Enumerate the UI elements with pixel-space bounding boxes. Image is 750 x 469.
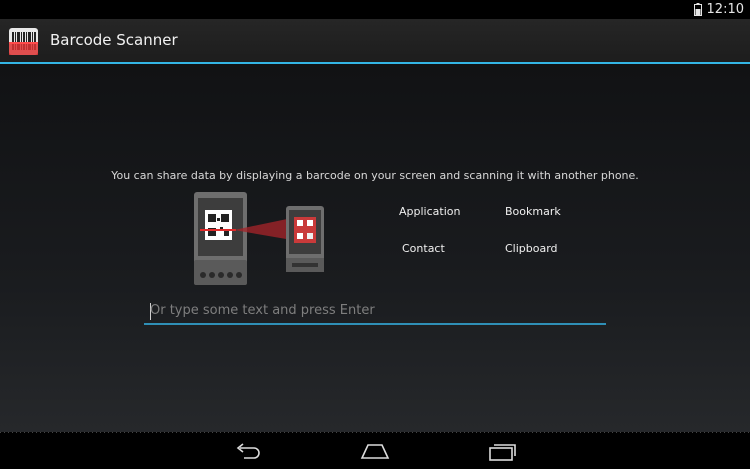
share-contact-button[interactable]: Contact <box>402 242 445 255</box>
barcode-scanner-app-icon[interactable] <box>7 25 40 58</box>
status-bar: 12:10 <box>0 0 750 19</box>
share-content: You can share data by displaying a barco… <box>0 64 750 432</box>
share-text-input[interactable]: Or type some text and press Enter <box>144 301 606 325</box>
share-description: You can share data by displaying a barco… <box>111 169 639 182</box>
share-clipboard-button[interactable]: Clipboard <box>505 242 558 255</box>
nav-divider <box>0 432 750 433</box>
share-input-placeholder: Or type some text and press Enter <box>150 303 375 318</box>
clock: 12:10 <box>706 2 744 17</box>
navigation-bar <box>0 432 750 469</box>
share-phones-illustration <box>194 192 324 285</box>
recent-apps-icon[interactable] <box>484 440 520 462</box>
back-icon[interactable] <box>230 440 266 462</box>
action-bar: Barcode Scanner <box>0 19 750 64</box>
share-application-button[interactable]: Application <box>399 205 460 218</box>
status-icons: 12:10 <box>693 1 744 18</box>
share-bookmark-button[interactable]: Bookmark <box>505 205 561 218</box>
app-title: Barcode Scanner <box>50 31 178 49</box>
home-icon[interactable] <box>357 440 393 462</box>
battery-icon <box>693 3 702 16</box>
